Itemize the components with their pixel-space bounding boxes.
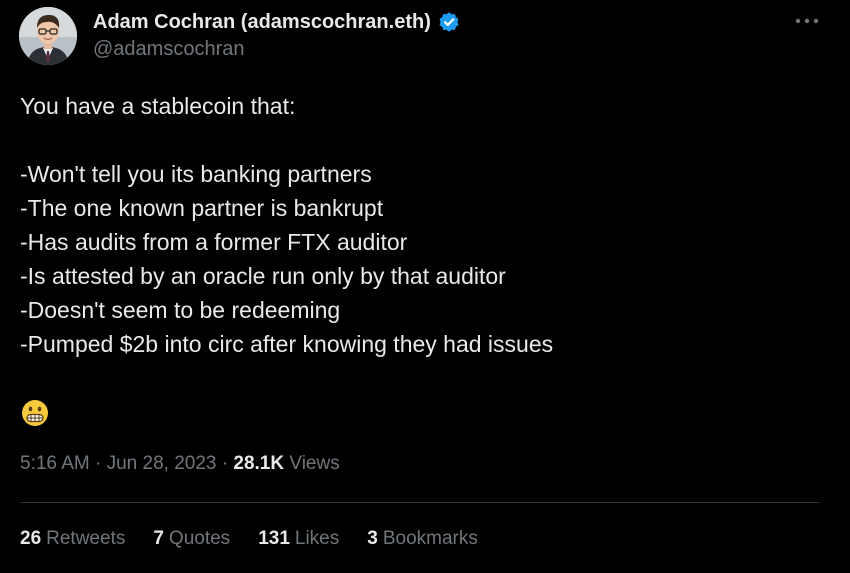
avatar[interactable] [19,7,77,65]
grimacing-face-icon [20,398,50,428]
author-name[interactable]: Adam Cochran (adamscochran.eth) [93,11,431,34]
author-handle[interactable]: @adamscochran [93,38,244,61]
bookmarks-label: Bookmarks [382,528,478,549]
tweet-line: -Has audits from a former FTX auditor [20,229,408,255]
meta-separator: · [95,453,102,474]
tweet-meta: 5:16 AM · Jun 28, 2023 · 28.1K Views [20,453,340,475]
avatar-image [19,7,77,65]
more-options-icon[interactable] [794,8,820,34]
quotes-stat[interactable]: 7 Quotes [153,528,230,550]
tweet-line: -Is attested by an oracle run only by th… [20,263,506,289]
quotes-label: Quotes [168,528,231,549]
bookmarks-count: 3 [367,528,378,549]
verified-badge-icon[interactable] [437,10,461,34]
tweet-time[interactable]: 5:16 AM [20,453,90,474]
likes-count: 131 [258,528,290,549]
tweet-line: -Pumped $2b into circ after knowing they… [20,331,554,357]
tweet-line: -Won't tell you its banking partners [20,161,372,187]
retweets-count: 26 [20,528,42,549]
bookmarks-stat[interactable]: 3 Bookmarks [367,528,478,550]
retweets-stat[interactable]: 26 Retweets [20,528,125,550]
quotes-count: 7 [153,528,164,549]
tweet-line: You have a stablecoin that: [20,93,296,119]
divider [20,502,820,503]
engagement-stats: 26 Retweets 7 Quotes 131 Likes 3 Bookmarks [20,528,478,550]
views-count[interactable]: 28.1K [233,453,284,474]
tweet-card: Adam Cochran (adamscochran.eth) @adamsco… [0,0,850,573]
tweet-text: You have a stablecoin that: -Won't tell … [20,89,820,361]
likes-stat[interactable]: 131 Likes [258,528,339,550]
author-name-row[interactable]: Adam Cochran (adamscochran.eth) [93,10,461,34]
views-label[interactable]: Views [289,453,339,474]
tweet-line: -Doesn't seem to be redeeming [20,297,341,323]
tweet-line: -The one known partner is bankrupt [20,195,384,221]
likes-label: Likes [294,528,340,549]
meta-separator: · [221,453,229,474]
retweets-label: Retweets [46,528,126,549]
tweet-date[interactable]: Jun 28, 2023 [107,453,217,474]
